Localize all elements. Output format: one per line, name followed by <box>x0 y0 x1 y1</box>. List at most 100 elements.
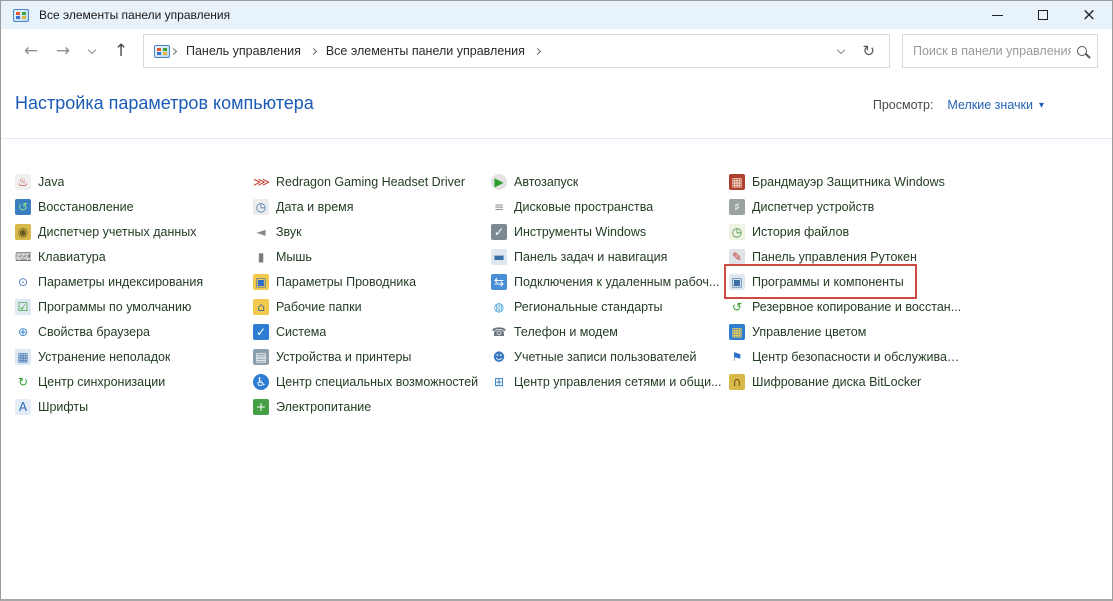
ease-of-access-icon: ♿ <box>253 374 269 390</box>
item-label: Инструменты Windows <box>514 225 646 239</box>
fonts-icon: A <box>15 399 31 415</box>
control-panel-item[interactable]: ⊞Центр управления сетями и общи... <box>491 369 721 394</box>
control-panel-item[interactable]: ✎Панель управления Рутокен <box>729 244 917 269</box>
up-button[interactable]: ↑ <box>105 41 137 61</box>
control-panel-item[interactable]: ⊕ Свойства браузера <box>15 319 150 344</box>
control-panel-item[interactable]: ◉Диспетчер учетных данных <box>15 219 197 244</box>
item-label: Устройства и принтеры <box>276 350 411 364</box>
breadcrumb-all-items[interactable]: Все элементы панели управления <box>317 44 534 58</box>
breadcrumb-chevron-icon <box>534 49 541 54</box>
search-icon[interactable] <box>1077 46 1087 56</box>
device-manager-icon: ♯ <box>729 199 745 215</box>
control-panel-item[interactable]: AШрифты <box>15 394 88 419</box>
control-panel-item[interactable]: ☑Программы по умолчанию <box>15 294 191 319</box>
bitlocker-icon: ∩ <box>729 374 745 390</box>
file-history-icon: ◷ <box>729 224 745 240</box>
keyboard-icon: ⌨ <box>15 249 31 265</box>
item-label: Свойства браузера <box>38 325 150 339</box>
control-panel-item[interactable]: ☻Учетные записи пользователей <box>491 344 697 369</box>
control-panel-item[interactable]: ▮Мышь <box>253 244 312 269</box>
item-label: Управление цветом <box>752 325 866 339</box>
control-panel-item[interactable]: ▣Программы и компоненты <box>729 269 912 294</box>
control-panel-item[interactable]: ↻Центр синхронизации <box>15 369 165 394</box>
control-panel-item[interactable]: ⊙Параметры индексирования <box>15 269 203 294</box>
address-bar[interactable]: Панель управления Все элементы панели уп… <box>143 34 890 68</box>
items-column-3: ▶Автозапуск≡Дисковые пространства✓Инстру… <box>491 169 729 394</box>
item-label: Параметры Проводника <box>276 275 416 289</box>
search-input[interactable] <box>913 44 1071 58</box>
control-panel-item[interactable]: ⇆Подключения к удаленным рабоч... <box>491 269 719 294</box>
item-label: Панель задач и навигация <box>514 250 667 264</box>
breadcrumb-control-panel[interactable]: Панель управления <box>177 44 310 58</box>
control-panel-item[interactable]: ◷ История файлов <box>729 219 849 244</box>
item-label: Центр безопасности и обслуживан... <box>752 350 964 364</box>
item-label: Диспетчер устройств <box>752 200 874 214</box>
item-label: Резервное копирование и восстан... <box>752 300 961 314</box>
control-panel-item[interactable]: ▦Управление цветом <box>729 319 866 344</box>
programs-and-features-icon: ▣ <box>729 274 745 290</box>
network-sharing-center-icon: ⊞ <box>491 374 507 390</box>
minimize-icon <box>992 15 1003 16</box>
date-time-icon: ◷ <box>253 199 269 215</box>
item-label: Система <box>276 325 326 339</box>
items-column-2: ⋙Redragon Gaming Headset Driver◷Дата и в… <box>253 169 491 419</box>
up-icon: ↑ <box>114 41 128 61</box>
refresh-button[interactable]: ↻ <box>862 42 875 60</box>
control-panel-item[interactable]: ♨Java <box>15 169 64 194</box>
control-panel-item[interactable]: ⌨Клавиатура <box>15 244 106 269</box>
chevron-down-icon <box>88 46 96 54</box>
control-panel-item[interactable]: ✓ Система <box>253 319 326 344</box>
file-explorer-options-icon: ▣ <box>253 274 269 290</box>
control-panel-item[interactable]: ⌂Рабочие папки <box>253 294 362 319</box>
control-panel-item[interactable]: ▬Панель задач и навигация <box>491 244 667 269</box>
control-panel-item[interactable]: ☎Телефон и модем <box>491 319 618 344</box>
storage-spaces-icon: ≡ <box>491 199 507 215</box>
control-panel-item[interactable]: ◷Дата и время <box>253 194 354 219</box>
item-label: История файлов <box>752 225 849 239</box>
control-panel-item[interactable]: ▦Устранение неполадок <box>15 344 170 369</box>
control-panel-item[interactable]: ∩Шифрование диска BitLocker <box>729 369 921 394</box>
forward-button[interactable]: → <box>47 41 79 61</box>
control-panel-app-icon <box>13 9 29 22</box>
control-panel-item[interactable]: ♿ Центр специальных возможностей <box>253 369 478 394</box>
system-icon: ✓ <box>253 324 269 340</box>
control-panel-item[interactable]: ◄ Звук <box>253 219 302 244</box>
security-maintenance-icon: ⚑ <box>729 349 745 365</box>
close-button[interactable]: × <box>1066 1 1112 29</box>
control-panel-item[interactable]: ▦Брандмауэр Защитника Windows <box>729 169 945 194</box>
internet-options-icon: ⊕ <box>15 324 31 340</box>
control-panel-item[interactable]: ♯ Диспетчер устройств <box>729 194 874 219</box>
power-options-icon: + <box>253 399 269 415</box>
navigation-bar: ← → ↑ Панель управления Все элементы пан… <box>1 29 1112 73</box>
item-label: Центр специальных возможностей <box>276 375 478 389</box>
control-panel-item[interactable]: ≡Дисковые пространства <box>491 194 653 219</box>
windows-defender-firewall-icon: ▦ <box>729 174 745 190</box>
item-label: Электропитание <box>276 400 371 414</box>
control-panel-item[interactable]: ⋙Redragon Gaming Headset Driver <box>253 169 465 194</box>
control-panel-item[interactable]: ▤Устройства и принтеры <box>253 344 411 369</box>
mouse-icon: ▮ <box>253 249 269 265</box>
control-panel-item[interactable]: ↺Восстановление <box>15 194 134 219</box>
view-selector: Просмотр: Мелкие значки ▾ <box>873 98 1044 112</box>
control-panel-item[interactable]: ↺Резервное копирование и восстан... <box>729 294 961 319</box>
window-controls: × <box>974 1 1112 29</box>
control-panel-item[interactable]: ▶Автозапуск <box>491 169 578 194</box>
address-dropdown-button[interactable] <box>838 42 844 60</box>
dropdown-arrow-icon[interactable]: ▾ <box>1039 100 1044 111</box>
control-panel-item[interactable]: ✓Инструменты Windows <box>491 219 646 244</box>
minimize-button[interactable] <box>974 1 1020 29</box>
back-button[interactable]: ← <box>15 41 47 61</box>
control-panel-item[interactable]: + Электропитание <box>253 394 371 419</box>
sound-icon: ◄ <box>253 224 269 240</box>
control-panel-item[interactable]: ⚑ Центр безопасности и обслуживан... <box>729 344 964 369</box>
item-label: Программы по умолчанию <box>38 300 191 314</box>
item-label: Параметры индексирования <box>38 275 203 289</box>
window-title: Все элементы панели управления <box>39 8 230 22</box>
view-dropdown[interactable]: Мелкие значки <box>947 98 1033 112</box>
control-panel-item[interactable]: ▣ Параметры Проводника <box>253 269 416 294</box>
recent-locations-button[interactable] <box>79 42 105 60</box>
item-label: Устранение неполадок <box>38 350 170 364</box>
maximize-button[interactable] <box>1020 1 1066 29</box>
item-label: Звук <box>276 225 302 239</box>
control-panel-item[interactable]: ◍Региональные стандарты <box>491 294 663 319</box>
